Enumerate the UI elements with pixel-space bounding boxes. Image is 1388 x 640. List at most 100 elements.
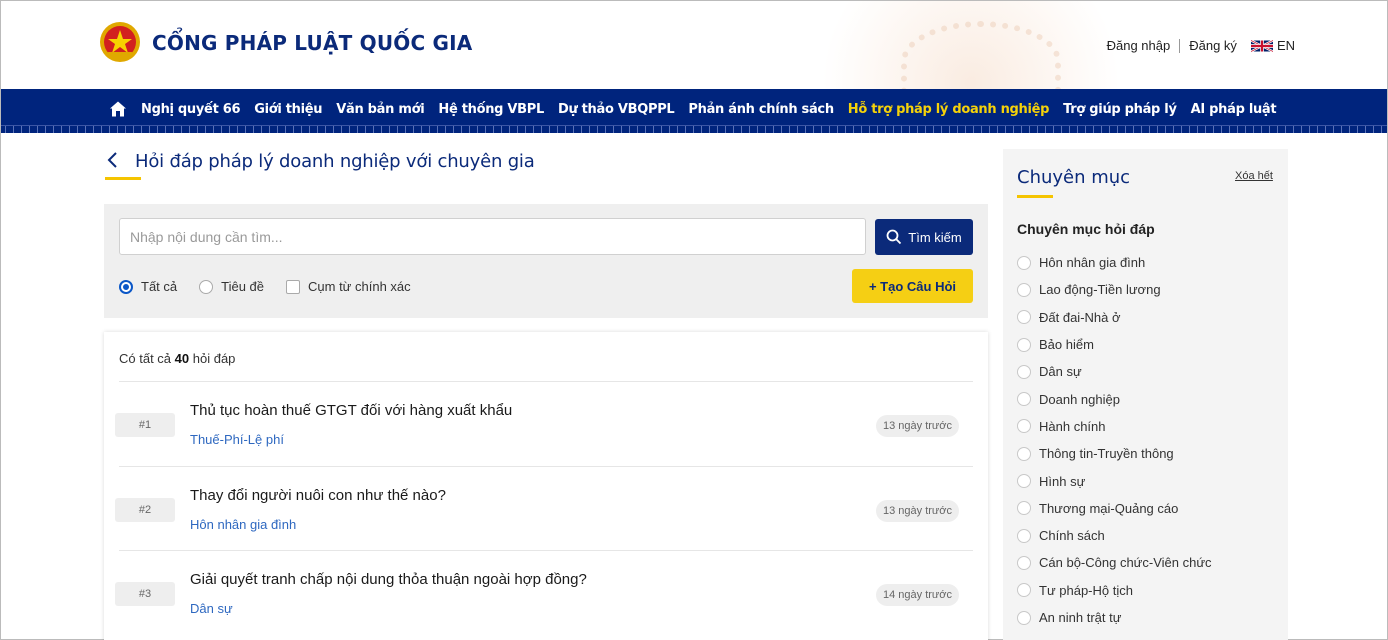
nav-item-tro-giup-phap-ly[interactable]: Trợ giúp pháp lý: [1063, 102, 1177, 117]
results-count: Có tất cả 40 hỏi đáp: [119, 351, 235, 366]
qa-number: #3: [115, 582, 175, 606]
category-label: Hình sự: [1039, 473, 1086, 489]
category-radio[interactable]: [1017, 610, 1031, 625]
language-switch[interactable]: EN: [1250, 38, 1295, 53]
filter-all[interactable]: Tất cả: [119, 279, 177, 294]
category-option[interactable]: Hôn nhân gia đình: [1017, 249, 1212, 276]
login-link[interactable]: Đăng nhập: [1107, 38, 1171, 53]
category-radio[interactable]: [1017, 419, 1031, 434]
auth-links: Đăng nhập Đăng ký EN: [1107, 38, 1295, 53]
sidebar-subtitle: Chuyên mục hỏi đáp: [1017, 221, 1155, 237]
search-input[interactable]: [119, 218, 866, 255]
category-label: Thông tin-Truyền thông: [1039, 446, 1174, 462]
category-radio[interactable]: [1017, 555, 1031, 570]
qa-number: #2: [115, 498, 175, 522]
category-option[interactable]: An ninh trật tự: [1017, 604, 1212, 631]
category-label: Lao động-Tiền lương: [1039, 282, 1161, 298]
qa-title[interactable]: Giải quyết tranh chấp nội dung thỏa thuậ…: [190, 571, 587, 588]
filter-all-label: Tất cả: [141, 279, 178, 294]
category-option[interactable]: Dân sự: [1017, 358, 1212, 385]
search-button-label: Tìm kiếm: [908, 229, 962, 245]
nav-item-nghi-quyet-66[interactable]: Nghị quyết 66: [141, 102, 241, 117]
results-list: Có tất cả 40 hỏi đáp #1 Thủ tục hoàn thu…: [104, 332, 988, 640]
nav-item-phan-anh[interactable]: Phản ánh chính sách: [688, 102, 834, 117]
category-list: Hôn nhân gia đình Lao động-Tiền lương Đấ…: [1017, 249, 1212, 631]
category-radio[interactable]: [1017, 364, 1031, 379]
qa-item[interactable]: #1 Thủ tục hoàn thuế GTGT đối với hàng x…: [104, 382, 988, 466]
category-radio[interactable]: [1017, 337, 1031, 352]
category-radio[interactable]: [1017, 446, 1031, 461]
results-count-suffix: hỏi đáp: [192, 351, 236, 366]
category-option[interactable]: Lao động-Tiền lương: [1017, 276, 1212, 303]
qa-item[interactable]: #3 Giải quyết tranh chấp nội dung thỏa t…: [104, 551, 988, 635]
category-label: Tư pháp-Hộ tịch: [1039, 582, 1133, 598]
filter-title-label: Tiêu đề: [221, 279, 265, 294]
category-radio[interactable]: [1017, 310, 1031, 325]
category-option[interactable]: Cán bộ-Công chức-Viên chức: [1017, 549, 1212, 576]
category-option[interactable]: Hành chính: [1017, 413, 1212, 440]
category-radio[interactable]: [1017, 282, 1031, 297]
qa-category-link[interactable]: Hôn nhân gia đình: [190, 517, 296, 532]
qa-item[interactable]: #2 Thay đổi người nuôi con như thế nào? …: [104, 467, 988, 551]
nav-item-ho-tro-doanh-nghiep[interactable]: Hỗ trợ pháp lý doanh nghiệp: [848, 102, 1050, 117]
filter-exact-phrase[interactable]: Cụm từ chính xác: [286, 279, 411, 294]
category-label: Hôn nhân gia đình: [1039, 255, 1146, 271]
results-count-prefix: Có tất cả: [119, 351, 172, 366]
search-filters: Tất cả Tiêu đề Cụm từ chính xác: [119, 279, 433, 294]
category-option[interactable]: Đất đai-Nhà ở: [1017, 304, 1212, 331]
category-radio[interactable]: [1017, 528, 1031, 543]
nav-pattern-border: [1, 125, 1387, 133]
create-question-button[interactable]: + Tạo Câu Hỏi: [852, 269, 973, 303]
qa-title[interactable]: Thay đổi người nuôi con như thế nào?: [190, 487, 446, 504]
category-label: Thương mại-Quảng cáo: [1039, 500, 1179, 516]
category-radio[interactable]: [1017, 501, 1031, 516]
nav-item-du-thao[interactable]: Dự thảo VBQPPL: [558, 102, 675, 117]
category-option[interactable]: Hình sự: [1017, 467, 1212, 494]
checkbox-exact-phrase[interactable]: [286, 279, 301, 294]
home-icon[interactable]: [109, 100, 127, 118]
nav-item-gioi-thieu[interactable]: Giới thiệu: [254, 102, 322, 117]
category-label: Dân sự: [1039, 364, 1082, 380]
nav-item-ai-phap-luat[interactable]: AI pháp luật: [1191, 102, 1277, 117]
category-label: Cán bộ-Công chức-Viên chức: [1039, 555, 1212, 571]
sidebar-title: Chuyên mục: [1017, 167, 1131, 188]
category-radio[interactable]: [1017, 474, 1031, 489]
qa-time-badge: 13 ngày trước: [876, 415, 959, 437]
category-label: An ninh trật tự: [1039, 610, 1122, 625]
search-button[interactable]: Tìm kiếm: [875, 219, 973, 255]
category-sidebar: Chuyên mục Xóa hết Chuyên mục hỏi đáp Hô…: [1003, 149, 1288, 640]
qa-time-badge: 14 ngày trước: [876, 584, 959, 606]
auth-divider: [1179, 38, 1181, 53]
category-option[interactable]: Chính sách: [1017, 522, 1212, 549]
search-icon: [886, 229, 902, 245]
category-radio[interactable]: [1017, 255, 1031, 270]
category-label: Đất đai-Nhà ở: [1039, 309, 1121, 325]
main-nav: Nghị quyết 66 Giới thiệu Văn bản mới Hệ …: [1, 89, 1387, 133]
category-radio[interactable]: [1017, 392, 1031, 407]
qa-category-link[interactable]: Dân sự: [190, 601, 233, 616]
search-panel: Tìm kiếm Tất cả Tiêu đề Cụm từ chính xác…: [104, 204, 988, 318]
filter-title[interactable]: Tiêu đề: [199, 279, 264, 294]
site-title[interactable]: CỔNG PHÁP LUẬT QUỐC GIA: [152, 31, 472, 55]
uk-flag-icon: [1250, 39, 1273, 52]
category-option[interactable]: Thương mại-Quảng cáo: [1017, 495, 1212, 522]
back-chevron-icon[interactable]: [105, 151, 119, 169]
results-count-number: 40: [174, 351, 190, 366]
category-option[interactable]: Tư pháp-Hộ tịch: [1017, 577, 1212, 604]
radio-title[interactable]: [199, 279, 214, 294]
national-emblem-logo[interactable]: [99, 21, 141, 63]
register-link[interactable]: Đăng ký: [1189, 38, 1237, 53]
clear-all-link[interactable]: Xóa hết: [1235, 170, 1273, 182]
qa-title[interactable]: Thủ tục hoàn thuế GTGT đối với hàng xuất…: [190, 402, 512, 419]
category-radio[interactable]: [1017, 583, 1031, 598]
category-option[interactable]: Thông tin-Truyền thông: [1017, 440, 1212, 467]
nav-item-he-thong-vbpl[interactable]: Hệ thống VBPL: [438, 102, 544, 117]
qa-category-link[interactable]: Thuế-Phí-Lệ phí: [190, 432, 284, 447]
title-underline: [105, 177, 141, 180]
nav-item-van-ban-moi[interactable]: Văn bản mới: [336, 102, 424, 117]
sidebar-title-underline: [1017, 195, 1053, 198]
radio-all[interactable]: [119, 279, 133, 294]
page-title: Hỏi đáp pháp lý doanh nghiệp với chuyên …: [135, 151, 535, 172]
category-option[interactable]: Bảo hiểm: [1017, 331, 1212, 358]
category-option[interactable]: Doanh nghiệp: [1017, 385, 1212, 412]
